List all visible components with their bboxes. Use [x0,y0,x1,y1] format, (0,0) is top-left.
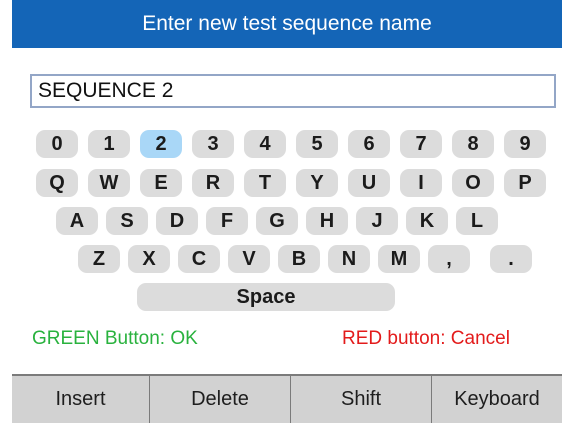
key-comma[interactable]: , [428,245,470,273]
key-i[interactable]: I [400,169,442,197]
key-m[interactable]: M [378,245,420,273]
key-7[interactable]: 7 [400,130,442,158]
key-e[interactable]: E [140,169,182,197]
key-4[interactable]: 4 [244,130,286,158]
key-9[interactable]: 9 [504,130,546,158]
key-f[interactable]: F [206,207,248,235]
key-0[interactable]: 0 [36,130,78,158]
key-q[interactable]: Q [36,169,78,197]
key-z[interactable]: Z [78,245,120,273]
ok-hint: GREEN Button: OK [32,328,198,349]
key-period[interactable]: . [490,245,532,273]
keyboard-softkey[interactable]: Keyboard [432,376,562,423]
sequence-name-input[interactable]: SEQUENCE 2 [30,74,556,108]
screen: Enter new test sequence name SEQUENCE 2 … [0,0,562,423]
shift-softkey[interactable]: Shift [291,376,431,423]
key-x[interactable]: X [128,245,170,273]
key-v[interactable]: V [228,245,270,273]
key-k[interactable]: K [406,207,448,235]
key-3[interactable]: 3 [192,130,234,158]
key-t[interactable]: T [244,169,286,197]
key-8[interactable]: 8 [452,130,494,158]
key-5[interactable]: 5 [296,130,338,158]
key-n[interactable]: N [328,245,370,273]
key-r[interactable]: R [192,169,234,197]
key-g[interactable]: G [256,207,298,235]
key-d[interactable]: D [156,207,198,235]
key-1[interactable]: 1 [88,130,130,158]
key-h[interactable]: H [306,207,348,235]
insert-softkey[interactable]: Insert [12,376,149,423]
key-o[interactable]: O [452,169,494,197]
key-b[interactable]: B [278,245,320,273]
key-s[interactable]: S [106,207,148,235]
key-c[interactable]: C [178,245,220,273]
key-p[interactable]: P [504,169,546,197]
key-w[interactable]: W [88,169,130,197]
dialog-title: Enter new test sequence name [12,0,562,48]
cancel-hint: RED button: Cancel [342,328,510,349]
key-u[interactable]: U [348,169,390,197]
key-space[interactable]: Space [137,283,395,311]
key-a[interactable]: A [56,207,98,235]
key-l[interactable]: L [456,207,498,235]
delete-softkey[interactable]: Delete [150,376,290,423]
key-2[interactable]: 2 [140,130,182,158]
key-6[interactable]: 6 [348,130,390,158]
key-y[interactable]: Y [296,169,338,197]
key-j[interactable]: J [356,207,398,235]
softkey-bar: Insert Delete Shift Keyboard [12,374,562,423]
